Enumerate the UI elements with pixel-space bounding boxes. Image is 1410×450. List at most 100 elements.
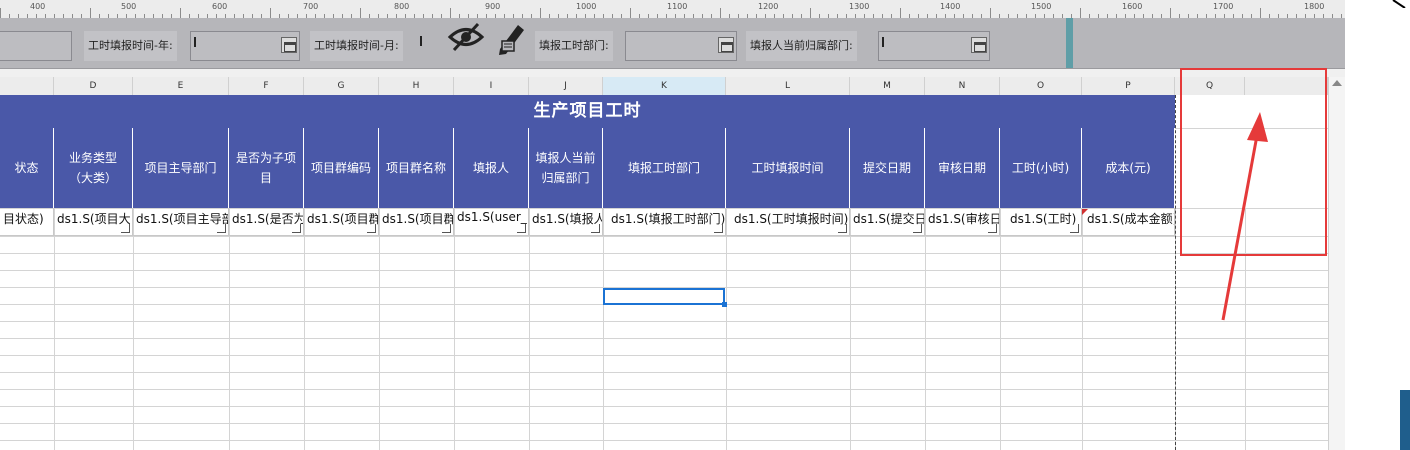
text-caret bbox=[194, 37, 196, 47]
calendar-icon[interactable] bbox=[718, 37, 734, 53]
grid-col-line bbox=[1082, 208, 1083, 450]
first-param-field[interactable] bbox=[0, 31, 72, 61]
calendar-icon[interactable] bbox=[281, 37, 297, 53]
data-cell-reporter-dept[interactable]: ds1.S(填报人 bbox=[529, 208, 603, 236]
vertical-scrollbar[interactable] bbox=[1328, 77, 1346, 450]
ruler-tick bbox=[900, 8, 901, 18]
grid-row-line bbox=[0, 236, 1345, 237]
header-group-code[interactable]: 项目群编码 bbox=[304, 128, 379, 208]
column-header-o[interactable]: O bbox=[1000, 77, 1082, 95]
data-cell-submit-date[interactable]: ds1.S(提交日 bbox=[850, 208, 925, 236]
text-caret bbox=[882, 37, 884, 47]
year-input[interactable] bbox=[190, 31, 300, 61]
data-cell-group-code[interactable]: ds1.S(项目群 bbox=[304, 208, 379, 236]
header-reporter-dept[interactable]: 填报人当前归属部门 bbox=[529, 128, 603, 208]
column-header-n[interactable]: N bbox=[925, 77, 1000, 95]
current-dept-input[interactable] bbox=[878, 31, 990, 61]
header-review-date[interactable]: 审核日期 bbox=[925, 128, 1000, 208]
grid-col-line bbox=[1000, 208, 1001, 450]
resize-handle[interactable] bbox=[1066, 18, 1073, 68]
hide-eye-icon[interactable] bbox=[446, 20, 486, 54]
year-label: 工时填报时间-年: bbox=[84, 31, 177, 61]
column-header-j[interactable]: J bbox=[529, 77, 603, 95]
expand-marker-icon bbox=[292, 224, 301, 233]
data-cell-reporter[interactable]: ds1.S(user_ bbox=[454, 208, 529, 236]
ruler-label: 1500 bbox=[1031, 2, 1052, 11]
side-area bbox=[1345, 0, 1410, 450]
ruler-label: 1000 bbox=[576, 2, 597, 11]
column-header-m[interactable]: M bbox=[850, 77, 925, 95]
grid-row-line bbox=[0, 338, 1345, 339]
ruler-tick bbox=[90, 8, 91, 18]
cell-text: ds1.S(项目大 bbox=[57, 212, 131, 226]
column-header-l[interactable]: L bbox=[726, 77, 850, 95]
data-cell-report-time[interactable]: ds1.S(工时填报时间) bbox=[726, 208, 850, 236]
sheet-title[interactable]: 生产项目工时 bbox=[0, 95, 1175, 128]
grid-col-line bbox=[54, 208, 55, 450]
column-header-e[interactable]: E bbox=[133, 77, 229, 95]
column-header-d[interactable]: D bbox=[54, 77, 133, 95]
ruler-tick bbox=[1080, 8, 1081, 18]
data-cell-cost[interactable]: ds1.S(成本金额) bbox=[1082, 208, 1175, 236]
header-report-dept[interactable]: 填报工时部门 bbox=[603, 128, 726, 208]
ruler-tick bbox=[540, 8, 541, 18]
ruler-label: 700 bbox=[303, 2, 319, 11]
cell-text: ds1.S(工时填报时间) bbox=[734, 212, 849, 226]
ruler-label: 500 bbox=[121, 2, 137, 11]
edit-pencil-icon[interactable] bbox=[496, 19, 528, 57]
column-header-c[interactable] bbox=[0, 77, 54, 95]
data-cell-lead-dept[interactable]: ds1.S(项目主导部 bbox=[133, 208, 229, 236]
data-cell-business-type[interactable]: ds1.S(项目大 bbox=[54, 208, 133, 236]
data-cell-hours[interactable]: ds1.S(工时) bbox=[1000, 208, 1082, 236]
header-lead-dept[interactable]: 项目主导部门 bbox=[133, 128, 229, 208]
scroll-up-icon[interactable] bbox=[1332, 80, 1342, 86]
expand-marker-icon bbox=[517, 224, 526, 233]
header-report-time[interactable]: 工时填报时间 bbox=[726, 128, 850, 208]
expand-marker-icon bbox=[1070, 224, 1079, 233]
header-reporter[interactable]: 填报人 bbox=[454, 128, 529, 208]
column-header-i[interactable]: I bbox=[454, 77, 529, 95]
header-hours[interactable]: 工时(小时) bbox=[1000, 128, 1082, 208]
column-header-p[interactable]: P bbox=[1082, 77, 1175, 95]
header-is-subproject[interactable]: 是否为子项目 bbox=[229, 128, 304, 208]
data-cell-group-name[interactable]: ds1.S(项目群 bbox=[379, 208, 454, 236]
ruler-label: 900 bbox=[485, 2, 501, 11]
ruler-tick bbox=[1170, 8, 1171, 18]
header-cost[interactable]: 成本(元) bbox=[1082, 128, 1175, 208]
cell-text: ds1.S(填报工时部门) bbox=[611, 212, 726, 226]
data-cell-is-subproject[interactable]: ds1.S(是否为 bbox=[229, 208, 304, 236]
column-header-row: D E F G H I J K L M N O P Q bbox=[0, 77, 1345, 96]
grid-row-line bbox=[0, 440, 1345, 441]
ruler-tick bbox=[450, 8, 451, 18]
ruler-tick bbox=[720, 8, 721, 18]
column-header-f[interactable]: F bbox=[229, 77, 304, 95]
ruler-label: 1700 bbox=[1213, 2, 1234, 11]
ruler-label: 1300 bbox=[849, 2, 870, 11]
data-cell-status[interactable]: 目状态) bbox=[0, 208, 54, 236]
header-business-type[interactable]: 业务类型（大类） bbox=[54, 128, 133, 208]
expand-marker-icon bbox=[988, 224, 997, 233]
dept-input[interactable] bbox=[625, 31, 737, 61]
column-header-h[interactable]: H bbox=[379, 77, 454, 95]
grid-row-line bbox=[0, 270, 1345, 271]
expand-marker-icon bbox=[714, 224, 723, 233]
expand-marker-icon bbox=[913, 224, 922, 233]
grid-col-line bbox=[529, 208, 530, 450]
spreadsheet-grid: 生产项目工时 状态 业务类型（大类） 项目主导部门 是否为子项目 项目群编码 项… bbox=[0, 95, 1345, 450]
ruler-tick bbox=[810, 8, 811, 18]
data-cell-report-dept[interactable]: ds1.S(填报工时部门) bbox=[603, 208, 726, 236]
header-group-name[interactable]: 项目群名称 bbox=[379, 128, 454, 208]
selected-cell[interactable] bbox=[603, 288, 727, 307]
calendar-icon[interactable] bbox=[971, 37, 987, 53]
page-break-line bbox=[1175, 95, 1176, 450]
grid-col-line bbox=[603, 208, 604, 450]
data-cell-review-date[interactable]: ds1.S(审核日 bbox=[925, 208, 1000, 236]
grid-col-line bbox=[304, 208, 305, 450]
expand-marker-icon bbox=[591, 224, 600, 233]
side-panel-tab[interactable] bbox=[1400, 390, 1410, 450]
header-submit-date[interactable]: 提交日期 bbox=[850, 128, 925, 208]
grid-col-line bbox=[454, 208, 455, 450]
column-header-k[interactable]: K bbox=[603, 77, 726, 95]
header-status[interactable]: 状态 bbox=[0, 128, 54, 208]
column-header-g[interactable]: G bbox=[304, 77, 379, 95]
